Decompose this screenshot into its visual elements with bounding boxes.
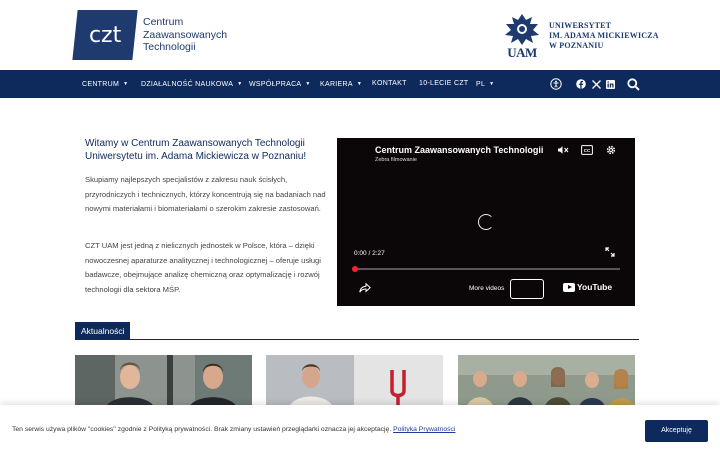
caret-down-icon: ▼: [123, 81, 129, 87]
czt-logo-mark-text: czt: [88, 22, 122, 48]
loading-spinner-icon: [478, 214, 494, 230]
duration: 2:27: [372, 250, 385, 257]
uam-logo-text: Uniwersytet im. Adama Mickiewicza w Pozn…: [549, 21, 659, 51]
intro-paragraph: Skupiamy najlepszych specjalistów z zakr…: [85, 175, 326, 213]
news-card-image[interactable]: [266, 355, 443, 410]
nav-item-10-lecie[interactable]: 10-LECIE CZT: [419, 70, 469, 98]
cookie-consent-bar: Ten serwis używa plików "cookies" zgodni…: [0, 405, 720, 450]
svg-text:CC: CC: [584, 148, 591, 153]
share-icon[interactable]: [358, 282, 372, 294]
nav-item-label: PL: [476, 81, 486, 88]
settings-gear-icon[interactable]: [604, 143, 618, 157]
caret-down-icon: ▼: [356, 81, 363, 87]
uam-logo-line: im. Adama Mickiewicza: [549, 31, 659, 40]
more-videos-button[interactable]: [510, 279, 544, 299]
current-time: 0:00: [354, 250, 367, 257]
more-videos-label[interactable]: More videos: [469, 285, 504, 292]
nav-item-label: DZIAŁALNOŚĆ NAUKOWA: [141, 81, 234, 88]
fullscreen-icon[interactable]: [604, 246, 616, 258]
news-card-image[interactable]: [75, 355, 252, 410]
x-icon[interactable]: [589, 77, 603, 91]
czt-logo-text: Centrum Zaawansowanych Technologii: [143, 16, 227, 54]
nav-item-language[interactable]: PL ▼: [476, 70, 494, 98]
czt-logo-mark: czt: [72, 10, 138, 60]
nav-item-label: 10-LECIE CZT: [419, 80, 469, 87]
nav-item-wspolpraca[interactable]: WSPÓŁPRACA ▼: [249, 70, 311, 98]
czt-logo-line: Centrum: [143, 16, 184, 29]
nav-item-label: WSPÓŁPRACA: [249, 81, 302, 88]
nav-item-label: KONTAKT: [372, 80, 407, 87]
video-time: 0:00 / 2:27: [354, 250, 385, 257]
video-title[interactable]: Centrum Zaawansowanych Technologii UAM: [375, 145, 543, 155]
main-nav: CENTRUM ▼ DZIAŁALNOŚĆ NAUKOWA ▼ WSPÓŁPRACA…: [0, 70, 720, 98]
nav-item-kontakt[interactable]: KONTAKT: [372, 70, 407, 98]
nav-item-centrum[interactable]: CENTRUM ▼: [82, 70, 128, 98]
page: czt Centrum Zaawansowanych Technologii U…: [0, 0, 720, 450]
czt-logo-line: Technologii: [143, 41, 196, 54]
caret-down-icon: ▼: [489, 81, 495, 87]
video-progress-bar[interactable]: [352, 266, 620, 272]
caret-down-icon: ▼: [305, 81, 311, 87]
uam-logo-line: w Poznaniu: [549, 41, 604, 50]
channel-avatar[interactable]: [346, 144, 368, 166]
news-divider: [75, 339, 639, 340]
progress-scrubber[interactable]: [352, 266, 358, 272]
uam-logo[interactable]: UAM Uniwersytet im. Adama Mickiewicza w …: [502, 12, 659, 60]
youtube-brand-text: YouTube: [577, 282, 613, 292]
caret-down-icon: ▼: [237, 81, 243, 87]
intro-paragraph: CZT UAM jest jedną z nielicznych jednost…: [85, 241, 321, 294]
linkedin-icon[interactable]: [603, 77, 617, 91]
search-icon[interactable]: [626, 77, 640, 91]
youtube-play-icon: [563, 282, 575, 292]
youtube-video-player[interactable]: Centrum Zaawansowanych Technologii UAM Z…: [337, 138, 635, 306]
nav-item-label: CENTRUM: [82, 81, 120, 88]
accessibility-icon[interactable]: [549, 77, 563, 91]
czt-logo[interactable]: czt Centrum Zaawansowanych Technologii: [72, 10, 227, 60]
mute-icon[interactable]: [556, 144, 570, 156]
news-card-image[interactable]: [458, 355, 635, 410]
nav-item-dzialalnosc-naukowa[interactable]: DZIAŁALNOŚĆ NAUKOWA ▼: [141, 70, 242, 98]
uam-crest-text: UAM: [507, 45, 537, 60]
youtube-logo[interactable]: YouTube: [563, 282, 612, 292]
facebook-icon[interactable]: [574, 77, 588, 91]
site-header: czt Centrum Zaawansowanych Technologii U…: [0, 0, 720, 70]
video-channel: Zebra filmowanie: [375, 157, 417, 163]
czt-logo-line: Zaawansowanych: [143, 28, 228, 41]
nav-item-kariera[interactable]: KARIERA ▼: [320, 70, 362, 98]
uam-logo-line: Uniwersytet: [549, 21, 612, 30]
privacy-policy-link[interactable]: Polityka Prywatności: [393, 426, 455, 433]
cookie-text: Ten serwis używa plików "cookies" zgodni…: [12, 426, 392, 433]
uam-crest-icon: UAM: [502, 12, 542, 60]
nav-item-label: KARIERA: [320, 81, 353, 88]
cookie-message: Ten serwis używa plików "cookies" zgodni…: [12, 426, 455, 433]
captions-icon[interactable]: CC: [580, 144, 594, 156]
news-heading: Aktualności: [75, 322, 131, 340]
intro-title: Witamy w Centrum Zaawansowanych Technolo…: [85, 138, 307, 162]
accept-cookies-button[interactable]: Akceptuję: [645, 420, 708, 442]
